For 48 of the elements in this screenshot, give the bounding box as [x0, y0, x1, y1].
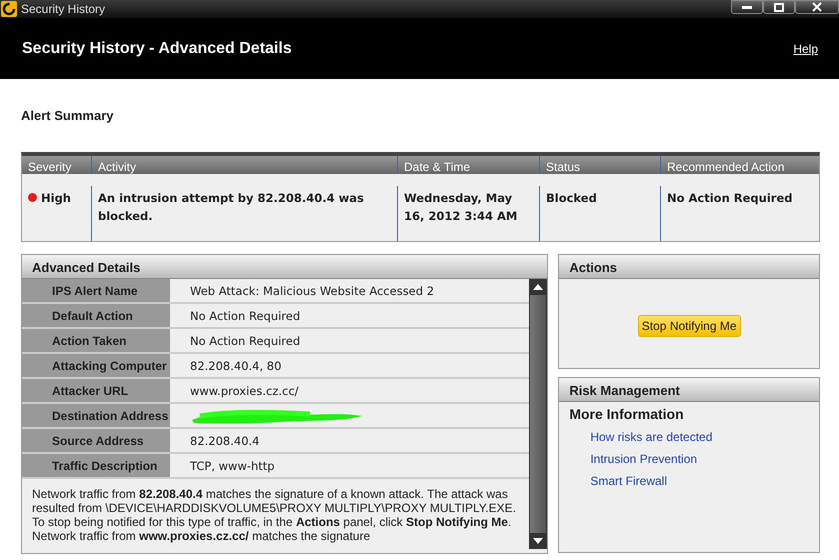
column-header: Severity — [22, 156, 91, 174]
column-header: Date & Time — [397, 156, 539, 174]
stop-notifying-button[interactable]: Stop Notifying Me — [638, 315, 741, 337]
subsection-title: More Information — [568, 405, 685, 424]
table-cell: An intrusion attempt by 82.208.40.4 was blocked. — [98, 191, 364, 222]
app-logo-icon — [1, 1, 17, 17]
row-value: 82.208.40.4 — [190, 434, 260, 448]
row-label: Action Taken — [22, 329, 170, 352]
scroll-down-icon[interactable] — [533, 538, 544, 544]
row-label: Attacker URL — [22, 379, 170, 402]
maximize-icon — [774, 2, 784, 12]
scroll-up-icon[interactable] — [533, 284, 544, 290]
severity-text: High — [41, 191, 71, 206]
panel-title: Risk Management — [559, 378, 819, 402]
maximize-button[interactable] — [763, 0, 795, 14]
info-link[interactable]: Intrusion Prevention — [559, 449, 698, 471]
table-cell: Wednesday, May 16, 2012 3:44 AM — [404, 191, 518, 222]
column-header: Activity — [91, 156, 397, 174]
section-title: Alert Summary — [21, 107, 114, 125]
page-title: Security History - Advanced Details — [22, 38, 292, 58]
info-link[interactable]: Smart Firewall — [559, 471, 668, 493]
panel-title: Advanced Details — [22, 255, 548, 279]
column-header: Recommended Action — [660, 156, 819, 174]
row-label: Source Address — [22, 429, 170, 452]
row-value: 82.208.40.4, 80 — [190, 359, 282, 373]
table-cell: Blocked — [546, 191, 597, 206]
minimize-button[interactable] — [731, 0, 763, 14]
minimize-icon — [742, 6, 752, 8]
window-title: Security History — [21, 1, 106, 18]
scrollbar[interactable] — [529, 279, 548, 549]
panel-title: Actions — [559, 255, 819, 279]
row-label: IPS Alert Name — [22, 279, 170, 302]
row-label: Default Action — [22, 304, 170, 327]
table-cell: No Action Required — [667, 191, 792, 206]
close-icon — [812, 2, 822, 12]
close-button[interactable] — [795, 0, 839, 14]
row-value: Web Attack: Malicious Website Accessed 2 — [190, 284, 434, 298]
row-value: www.proxies.cz.cc/ — [190, 384, 299, 398]
description-text: Network traffic from 82.208.40.4 matches the signature of a known attack. The attack was resulted from \DEVICE\HARDDISKVOLUME5\PROXY MULTIPLY\PROXY MULTIPLY.EXE. To stop being notified for this type of traffic, in the Actions panel, click Stop Notifying Me. Network traffic from www.proxies.cz.cc/ matches the signature — [31, 486, 517, 545]
row-label: Destination Address — [22, 404, 170, 427]
row-value: No Action Required — [190, 309, 300, 323]
row-label: Attacking Computer — [22, 354, 170, 377]
row-value: No Action Required — [190, 334, 300, 348]
row-value: TCP, www-http — [190, 459, 275, 473]
column-header: Status — [539, 156, 660, 174]
info-link[interactable]: How risks are detected — [559, 427, 712, 449]
row-label: Traffic Description — [22, 454, 170, 477]
help-link[interactable]: Help — [793, 40, 818, 58]
